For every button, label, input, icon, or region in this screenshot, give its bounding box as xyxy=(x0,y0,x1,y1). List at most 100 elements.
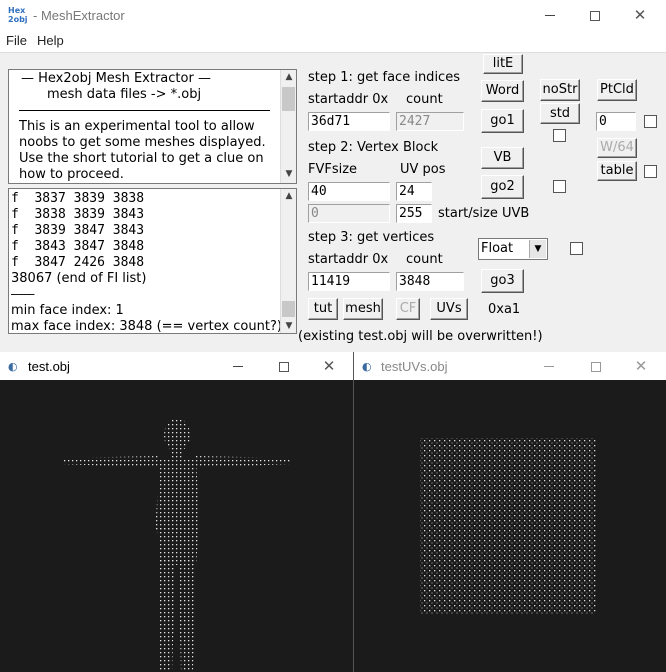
step2-fvf-label: FVFsize xyxy=(308,162,358,177)
mesh-viewport[interactable] xyxy=(0,380,353,672)
ptcld-field[interactable]: 0 xyxy=(596,112,636,131)
face-list-scrollbar[interactable]: ▲ ▼ xyxy=(280,189,296,333)
info-text-line: Use the short tutorial to get a clue on xyxy=(19,151,264,166)
std-checkbox[interactable] xyxy=(553,129,566,142)
face-list-textbox[interactable]: f 3837 3839 3838 f 3838 3839 3843 f 3839… xyxy=(8,188,297,334)
info-text-line: This is an experimental tool to allow xyxy=(19,119,255,134)
uvb-size-field[interactable]: 255 xyxy=(396,204,432,223)
uvb-start-field: 0 xyxy=(308,204,390,223)
scroll-down-icon[interactable]: ▼ xyxy=(281,319,296,333)
go1-button[interactable]: go1 xyxy=(481,109,524,133)
step2-uvpos-label: UV pos xyxy=(400,162,446,177)
close-icon: ✕ xyxy=(634,357,648,375)
uv-layout xyxy=(420,438,596,614)
cf-button: CF xyxy=(396,298,420,320)
uvb-label: start/size UVB xyxy=(438,206,530,221)
std-button[interactable]: std xyxy=(540,103,580,124)
chevron-down-icon[interactable]: ▼ xyxy=(529,240,546,258)
fvfsize-field[interactable]: 40 xyxy=(308,182,390,201)
tutorial-button[interactable]: tut xyxy=(308,298,338,320)
title-bar[interactable]: Hex 2obj - MeshExtractor ✕ xyxy=(0,0,666,32)
info-subtitle: mesh data files -> *.obj xyxy=(47,87,202,102)
test-obj-titlebar[interactable]: ◐ test.obj ✕ xyxy=(0,352,353,380)
close-icon: ✕ xyxy=(633,6,647,24)
test-uvs-window: ◐ testUVs.obj ✕ xyxy=(354,352,666,672)
app-icon: ◐ xyxy=(362,360,372,373)
step3-startaddr-field[interactable]: 11419 xyxy=(308,272,390,291)
info-textbox[interactable]: — Hex2obj Mesh Extractor — mesh data fil… xyxy=(8,69,297,184)
maximize-button[interactable] xyxy=(572,0,618,30)
go3-button[interactable]: go3 xyxy=(481,269,524,293)
test-obj-window: ◐ test.obj ✕ xyxy=(0,352,354,672)
minimize-button[interactable] xyxy=(526,351,572,381)
info-title: — Hex2obj Mesh Extractor — xyxy=(21,71,211,86)
word-button[interactable]: Word xyxy=(481,80,524,102)
go2-checkbox[interactable] xyxy=(553,180,566,193)
step2-title: step 2: Vertex Block xyxy=(308,140,439,155)
mesh-button[interactable]: mesh xyxy=(343,298,383,320)
face-line: f 3838 3839 3843 xyxy=(11,207,145,222)
humanoid-mesh xyxy=(62,418,290,672)
table-checkbox[interactable] xyxy=(644,165,657,178)
step1-title: step 1: get face indices xyxy=(308,70,460,85)
max-face-index: max face index: 3848 (== vertex count?) xyxy=(11,319,282,334)
scroll-down-icon[interactable]: ▼ xyxy=(281,167,296,181)
mesh-extractor-window: Hex 2obj - MeshExtractor ✕ File Help — He… xyxy=(0,0,666,352)
hex-value-label: 0xa1 xyxy=(488,302,521,317)
close-button[interactable]: ✕ xyxy=(618,351,664,381)
vertex-type-value: Float xyxy=(481,241,514,256)
ptcld-button[interactable]: PtCld xyxy=(597,79,637,101)
step3-count-field[interactable]: 3848 xyxy=(396,272,464,291)
minimize-button[interactable] xyxy=(215,351,261,381)
table-button[interactable]: table xyxy=(597,161,637,181)
vertex-type-select[interactable]: Float ▼ xyxy=(478,238,548,260)
window-title: - MeshExtractor xyxy=(33,8,125,23)
step3-startaddr-label: startaddr 0x xyxy=(308,252,389,267)
face-line: f 3837 3839 3838 xyxy=(11,191,145,206)
w64-button: W/64 xyxy=(597,138,637,158)
scroll-up-icon[interactable]: ▲ xyxy=(281,189,296,203)
menu-file[interactable]: File xyxy=(6,33,27,48)
test-uvs-titlebar[interactable]: ◐ testUVs.obj ✕ xyxy=(354,352,666,380)
face-list-separator: ——— xyxy=(11,287,35,302)
step3-count-label: count xyxy=(406,252,443,267)
close-button[interactable]: ✕ xyxy=(306,351,352,381)
step1-count-label: count xyxy=(406,92,443,107)
info-scrollbar[interactable]: ▲ ▼ xyxy=(280,70,296,183)
divider xyxy=(19,110,270,111)
minimize-button[interactable] xyxy=(527,0,573,30)
lite-button[interactable]: litE xyxy=(483,54,523,74)
overwrite-warning: (existing test.obj will be overwritten!) xyxy=(298,329,543,344)
face-line: f 3843 3847 3848 xyxy=(11,239,145,254)
info-text-line: how to proceed. xyxy=(19,167,124,182)
step1-count-field: 2427 xyxy=(396,112,464,131)
uvpos-field[interactable]: 24 xyxy=(396,182,432,201)
scroll-thumb[interactable] xyxy=(282,87,295,111)
maximize-button[interactable] xyxy=(261,351,307,381)
test-uvs-title: testUVs.obj xyxy=(381,359,448,374)
test-obj-title: test.obj xyxy=(28,359,70,374)
uvs-button[interactable]: UVs xyxy=(430,298,468,320)
float-checkbox[interactable] xyxy=(570,242,583,255)
step1-startaddr-label: startaddr 0x xyxy=(308,92,389,107)
go2-button[interactable]: go2 xyxy=(481,175,524,199)
scroll-up-icon[interactable]: ▲ xyxy=(281,70,296,84)
minimize-icon xyxy=(544,366,554,367)
face-list-end: 38067 (end of FI list) xyxy=(11,271,147,286)
menu-bar: File Help xyxy=(0,32,666,53)
face-line: f 3839 3847 3843 xyxy=(11,223,145,238)
uv-viewport[interactable] xyxy=(354,380,666,672)
menu-help[interactable]: Help xyxy=(37,33,64,48)
maximize-icon xyxy=(279,361,289,372)
maximize-button[interactable] xyxy=(573,351,619,381)
close-icon: ✕ xyxy=(322,357,336,375)
vb-button[interactable]: VB xyxy=(481,147,524,169)
app-icon: Hex 2obj xyxy=(8,6,28,24)
scroll-thumb[interactable] xyxy=(282,301,295,317)
nostr-button[interactable]: noStr xyxy=(540,79,580,101)
app-icon: ◐ xyxy=(8,360,18,373)
step1-startaddr-field[interactable]: 36d71 xyxy=(308,112,390,131)
close-button[interactable]: ✕ xyxy=(617,0,663,30)
info-text-line: noobs to get some meshes displayed. xyxy=(19,135,266,150)
ptcld-checkbox[interactable] xyxy=(644,115,657,128)
